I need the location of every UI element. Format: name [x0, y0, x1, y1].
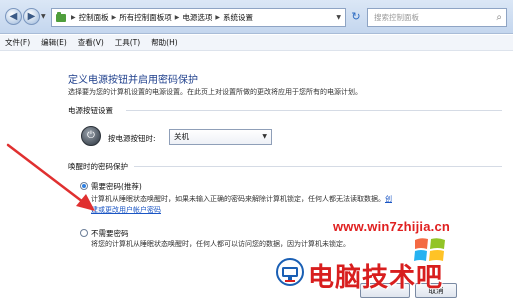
create-password-link[interactable]: 创: [385, 195, 392, 203]
search-icon[interactable]: ⌕: [496, 12, 502, 23]
page-title: 定义电源按钮并启用密码保护: [68, 75, 198, 86]
power-button-field-label: 按电源按钮时:: [108, 134, 156, 143]
menu-view[interactable]: 查看(V): [78, 37, 104, 48]
watermark-brand: 电脑技术吧: [308, 263, 444, 293]
search-placeholder: 搜索控制面板: [374, 13, 419, 22]
menu-edit[interactable]: 编辑(E): [41, 37, 67, 48]
require-password-description: 计算机从睡眠状态唤醒时，如果未输入正确的密码来解除计算机锁定，任何人都无法读取数…: [91, 194, 392, 204]
no-password-description: 将您的计算机从睡眠状态唤醒时，任何人都可以访问您的数据，因为计算机未锁定。: [91, 240, 350, 248]
create-password-link-continued[interactable]: 建或更改用户帐户密码: [91, 206, 161, 214]
watermark-logo-icon: [276, 258, 304, 286]
require-password-description-line2: 建或更改用户帐户密码: [91, 205, 161, 215]
chevron-right-icon: ▶: [215, 14, 220, 21]
watermark-url: www.win7zhijia.cn: [333, 219, 451, 234]
menu-help[interactable]: 帮助(H): [151, 37, 178, 48]
chevron-right-icon: ▶: [111, 14, 117, 21]
chevron-right-icon: ▶: [71, 14, 76, 21]
forward-button[interactable]: ▶: [23, 8, 40, 25]
menu-file[interactable]: 文件(F): [5, 37, 30, 48]
refresh-button[interactable]: ↻: [349, 10, 363, 24]
section-divider: [126, 110, 502, 111]
breadcrumb-item[interactable]: 控制面板: [79, 12, 109, 23]
password-section-label: 唤醒时的密码保护: [68, 162, 128, 171]
breadcrumb[interactable]: ▶ 控制面板 ▶ 所有控制面板项 ▶ 电源选项 ▶ 系统设置 ▼: [51, 8, 346, 27]
back-button[interactable]: ◀: [5, 8, 22, 25]
breadcrumb-item[interactable]: 所有控制面板项: [119, 12, 172, 23]
no-password-radio[interactable]: [80, 229, 88, 237]
power-button-action-select[interactable]: 关机 ▼: [169, 129, 272, 145]
address-dropdown-icon[interactable]: ▼: [336, 14, 341, 21]
require-password-radio[interactable]: [80, 182, 88, 190]
breadcrumb-item[interactable]: 系统设置: [223, 12, 253, 23]
refresh-icon: ↻: [351, 10, 361, 23]
forward-arrow-icon: ▶: [27, 10, 36, 22]
chevron-right-icon: ▶: [174, 14, 180, 21]
require-password-desc-text: 计算机从睡眠状态唤醒时，如果未输入正确的密码来解除计算机锁定，任何人都无法读取数…: [91, 195, 385, 203]
page-description: 选择要为您的计算机设置的电源设置。在此页上对设置所做的更改将应用于您所有的电源计…: [68, 88, 362, 96]
require-password-label[interactable]: 需要密码(推荐): [91, 181, 142, 192]
back-arrow-icon: ◀: [9, 10, 18, 22]
address-bar: ◀ ▶ ▼ ▶ 控制面板 ▶ 所有控制面板项 ▶ 电源选项 ▶ 系统设置 ▼ ↻…: [0, 0, 513, 34]
chevron-down-icon: ▼: [262, 133, 267, 140]
power-button-section-label: 电源按钮设置: [68, 106, 113, 115]
search-input[interactable]: 搜索控制面板 ⌕: [367, 8, 507, 27]
recent-pages-dropdown-icon[interactable]: ▼: [41, 13, 46, 20]
section-divider: [134, 166, 502, 167]
menu-bar: 文件(F) 编辑(E) 查看(V) 工具(T) 帮助(H): [0, 35, 513, 51]
breadcrumb-item[interactable]: 电源选项: [182, 12, 212, 23]
control-panel-icon: [56, 11, 66, 22]
power-icon: ⏻: [81, 126, 101, 146]
select-value: 关机: [174, 132, 189, 141]
menu-tools[interactable]: 工具(T): [115, 37, 140, 48]
no-password-label[interactable]: 不需要密码: [91, 228, 129, 239]
